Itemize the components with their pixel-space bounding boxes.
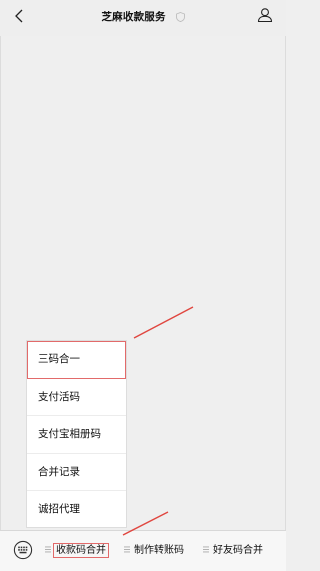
tab-merge-payment-codes[interactable]: 收款码合并: [45, 541, 109, 561]
tab-merge-friend-codes[interactable]: 好友码合并: [203, 541, 263, 561]
menu-item-merge-records[interactable]: 合并记录: [27, 454, 126, 492]
tab-label: 收款码合并: [53, 543, 109, 558]
bottom-menu-bar: 收款码合并 制作转账码 好友码合并: [0, 530, 286, 571]
user-profile-icon[interactable]: [257, 7, 273, 23]
menu-item-label: 合并记录: [38, 465, 80, 478]
tab-label: 好友码合并: [213, 545, 263, 556]
menu-lines-icon: [124, 546, 130, 552]
shield-icon: [175, 12, 185, 22]
menu-lines-icon: [203, 546, 209, 552]
menu-lines-icon: [45, 546, 51, 552]
menu-item-alipay-album-code[interactable]: 支付宝相册码: [27, 416, 126, 454]
menu-item-payment-live-code[interactable]: 支付活码: [27, 379, 126, 417]
menu-item-label: 支付宝相册码: [38, 428, 101, 441]
menu-item-label: 诚招代理: [38, 503, 80, 516]
menu-item-agent-recruitment[interactable]: 诚招代理: [27, 491, 126, 529]
annotation-arrow-menu: [133, 306, 194, 339]
menu-item-label: 三码合一: [38, 353, 80, 365]
menu-item-label: 支付活码: [38, 390, 80, 403]
page-title-wrap: 芝麻收款服务: [0, 9, 286, 24]
top-nav-bar: 芝麻收款服务: [0, 0, 286, 36]
page-title: 芝麻收款服务: [101, 11, 166, 23]
menu-item-three-in-one[interactable]: 三码合一: [27, 341, 126, 379]
tab-make-transfer-code[interactable]: 制作转账码: [124, 541, 184, 561]
popup-menu: 三码合一 支付活码 支付宝相册码 合并记录 诚招代理: [26, 340, 127, 528]
tab-label: 制作转账码: [134, 545, 184, 556]
keyboard-icon[interactable]: [13, 540, 33, 560]
